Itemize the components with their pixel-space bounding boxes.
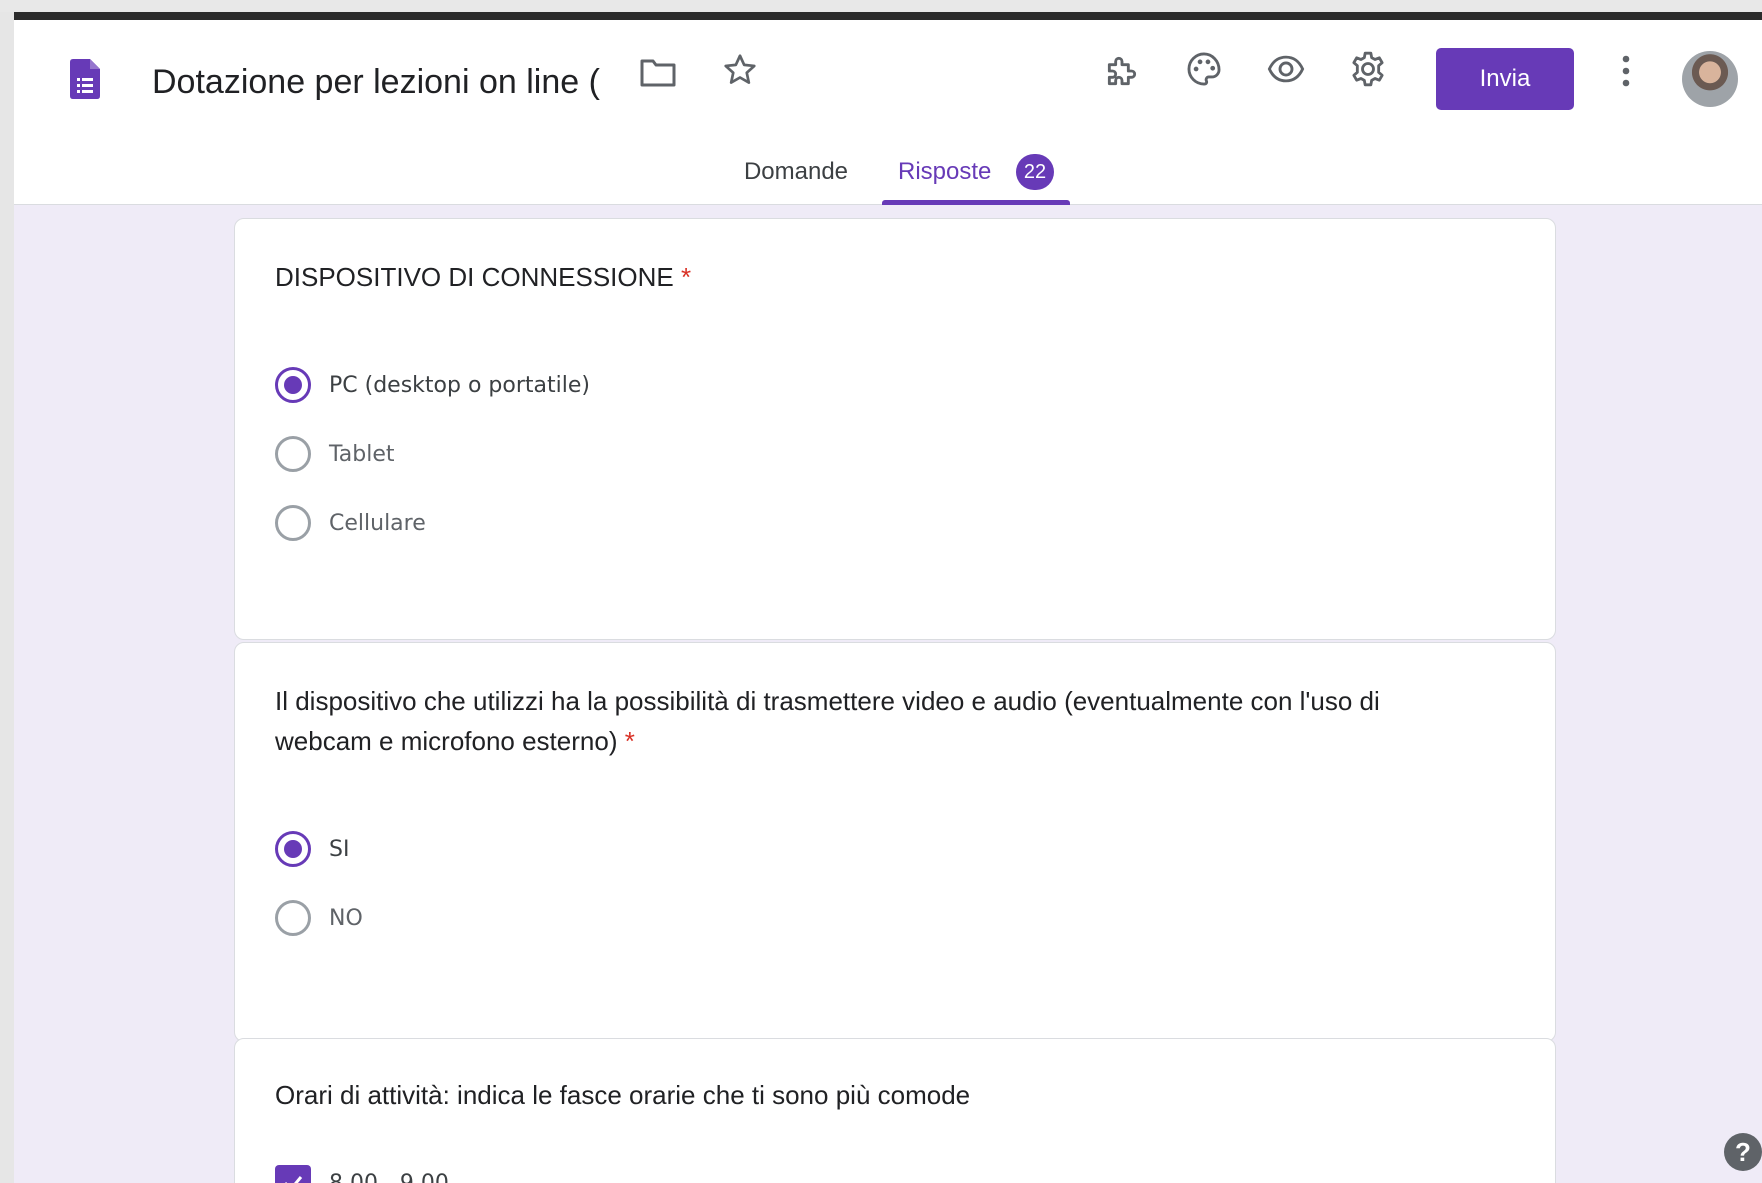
question-card-device: DISPOSITIVO DI CONNESSIONE * PC (desktop… (234, 218, 1556, 640)
option-label: SI (329, 836, 350, 862)
browser-dark-bar (14, 12, 1762, 20)
settings-gear-icon[interactable] (1346, 47, 1390, 91)
radio-option[interactable]: Tablet (275, 434, 395, 474)
more-options-icon[interactable] (1604, 49, 1648, 93)
app-header: Dotazione per lezioni on line ( Invia Do… (14, 20, 1762, 205)
option-label: PC (desktop o portatile) (329, 372, 590, 398)
question-card-hours: Orari di attività: indica le fasce orari… (234, 1038, 1556, 1183)
tab-questions[interactable]: Domande (724, 150, 868, 205)
forms-app: Dotazione per lezioni on line ( Invia Do… (14, 20, 1762, 1183)
user-avatar[interactable] (1682, 51, 1738, 107)
responses-count-badge: 22 (1016, 154, 1054, 190)
radio-button[interactable] (275, 505, 311, 541)
required-asterisk: * (680, 262, 692, 292)
radio-button[interactable] (275, 900, 311, 936)
browser-top-strip (0, 0, 1762, 20)
send-button[interactable]: Invia (1436, 48, 1574, 110)
question-title: DISPOSITIVO DI CONNESSIONE * (275, 257, 691, 297)
option-label: 8.00 - 9.00 (329, 1170, 449, 1183)
question-title-line2-text: webcam e microfono esterno) (275, 726, 618, 756)
tab-responses[interactable]: Risposte 22 (882, 150, 1070, 205)
radio-option[interactable]: NO (275, 898, 363, 938)
addon-puzzle-icon[interactable] (1100, 49, 1144, 93)
active-tab-indicator (882, 200, 1070, 205)
radio-option[interactable]: Cellulare (275, 503, 426, 543)
forms-logo-icon[interactable] (70, 59, 100, 99)
radio-option[interactable]: SI (275, 829, 349, 869)
option-label: NO (329, 905, 363, 931)
tab-bar: Domande Risposte 22 (14, 150, 1762, 205)
required-asterisk: * (624, 726, 635, 756)
star-icon[interactable] (718, 48, 762, 92)
preview-eye-icon[interactable] (1264, 47, 1308, 91)
question-card-video-audio: Il dispositivo che utilizzi ha la possib… (234, 642, 1556, 1042)
checkbox-checked[interactable] (275, 1165, 311, 1183)
option-label: Tablet (329, 441, 395, 467)
question-title-text: DISPOSITIVO DI CONNESSIONE (275, 262, 674, 292)
question-title: Il dispositivo che utilizzi ha la possib… (275, 681, 1380, 761)
checkmark-icon (285, 1176, 303, 1183)
form-title[interactable]: Dotazione per lezioni on line ( (152, 60, 638, 104)
window-left-edge (0, 12, 14, 1183)
palette-icon[interactable] (1182, 47, 1226, 91)
question-title: Orari di attività: indica le fasce orari… (275, 1080, 971, 1110)
option-label: Cellulare (329, 510, 426, 536)
question-title-line1: Il dispositivo che utilizzi ha la possib… (275, 686, 1380, 716)
question-title-line2: webcam e microfono esterno) * (275, 721, 1380, 761)
help-icon[interactable]: ? (1724, 1133, 1762, 1171)
radio-button-selected[interactable] (275, 367, 311, 403)
radio-button-selected[interactable] (275, 831, 311, 867)
tab-questions-label: Domande (743, 158, 849, 185)
radio-option[interactable]: PC (desktop o portatile) (275, 365, 590, 405)
tab-responses-label: Risposte (898, 158, 992, 185)
checkbox-option[interactable]: 8.00 - 9.00 (275, 1163, 449, 1183)
folder-icon[interactable] (636, 50, 680, 94)
radio-button[interactable] (275, 436, 311, 472)
